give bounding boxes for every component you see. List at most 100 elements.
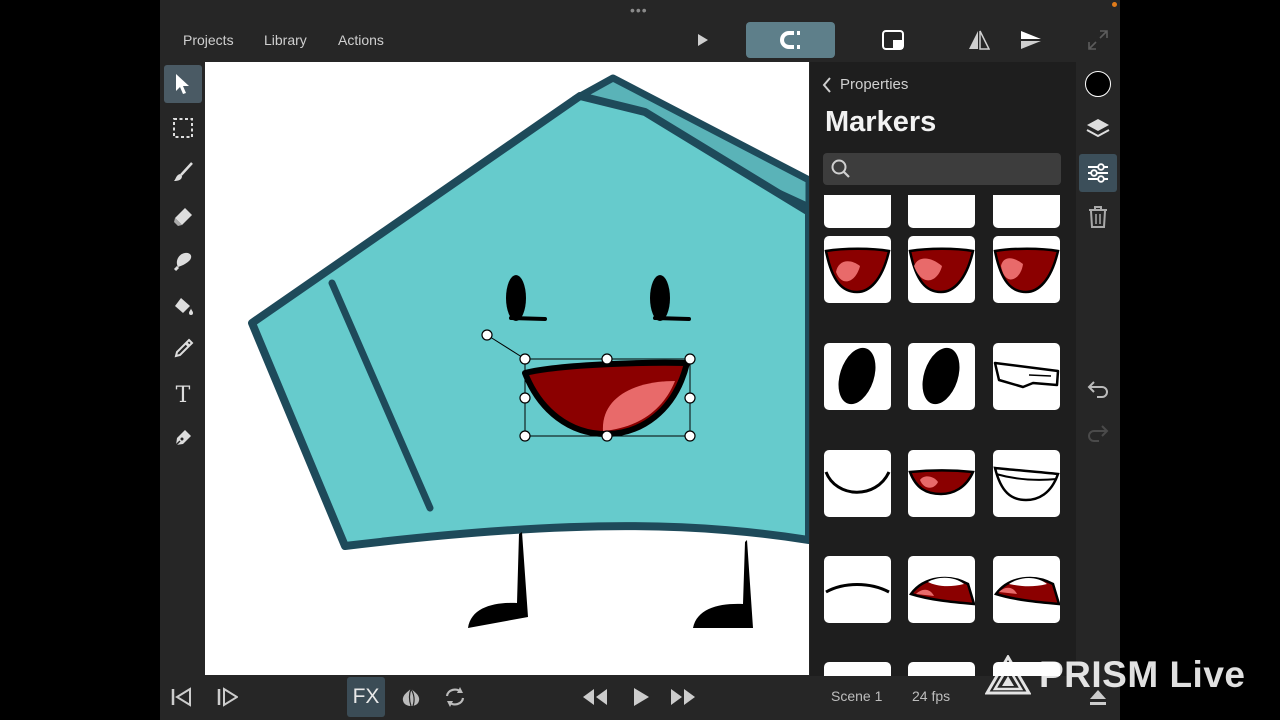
fx-button[interactable]: FX bbox=[347, 677, 385, 717]
mouth-grin-icon bbox=[993, 466, 1060, 502]
markers-panel: Properties Markers bbox=[810, 62, 1076, 676]
onion-skin-button[interactable] bbox=[880, 22, 906, 58]
bottom-toolbar: FX Scene 1 24 fps bbox=[160, 676, 1120, 720]
mouth-side-icon bbox=[908, 576, 975, 606]
scene-label[interactable]: Scene 1 bbox=[831, 688, 882, 704]
marker-mouth-grin[interactable] bbox=[993, 450, 1060, 517]
undo-icon bbox=[1087, 381, 1108, 398]
onion-button[interactable] bbox=[398, 676, 424, 718]
character-artwork bbox=[248, 74, 809, 628]
watermark-text: PRISM Live bbox=[1039, 654, 1246, 695]
right-sidebar bbox=[1077, 62, 1120, 676]
flip-vertical-button[interactable] bbox=[1018, 22, 1044, 58]
onion-icon bbox=[402, 688, 420, 707]
step-back-icon bbox=[171, 687, 191, 707]
undo-button[interactable] bbox=[1079, 370, 1117, 408]
previous-frame-button[interactable] bbox=[168, 676, 194, 718]
redo-button[interactable] bbox=[1079, 414, 1117, 452]
eraser-tool[interactable] bbox=[164, 198, 202, 236]
marker-mouth-side-open[interactable] bbox=[908, 556, 975, 623]
play-preview-button[interactable] bbox=[690, 22, 716, 58]
marker-item-partial[interactable] bbox=[908, 662, 975, 676]
text-tool[interactable]: T bbox=[164, 375, 202, 413]
layers-button[interactable] bbox=[1079, 109, 1117, 147]
fast-forward-button[interactable] bbox=[670, 676, 696, 718]
color-picker-button[interactable] bbox=[1079, 65, 1117, 103]
marker-mouth-neutral-line[interactable] bbox=[824, 556, 891, 623]
menu-library[interactable]: Library bbox=[264, 32, 307, 48]
brush-icon bbox=[174, 162, 193, 181]
search-icon bbox=[831, 159, 850, 178]
animation-app: ••• Projects Library Actions T Propertie… bbox=[160, 0, 1120, 720]
eye-oval-icon bbox=[922, 347, 960, 405]
marker-eye-oval[interactable] bbox=[908, 343, 975, 410]
window-grabber-icon[interactable]: ••• bbox=[630, 3, 648, 17]
brush-tool[interactable] bbox=[164, 153, 202, 191]
paint-bucket-icon bbox=[175, 298, 193, 315]
search-input[interactable] bbox=[859, 153, 1058, 187]
color-swatch bbox=[1085, 71, 1111, 97]
mouth-open-icon bbox=[993, 247, 1060, 294]
delete-button[interactable] bbox=[1079, 198, 1117, 236]
next-frame-button[interactable] bbox=[214, 676, 240, 718]
snap-magnet-button[interactable] bbox=[746, 22, 835, 58]
play-button[interactable] bbox=[628, 676, 654, 718]
menu-projects[interactable]: Projects bbox=[183, 32, 234, 48]
marker-mouth-open-dark-red[interactable] bbox=[824, 236, 891, 303]
expand-icon bbox=[1088, 30, 1108, 50]
marker-item-partial[interactable] bbox=[824, 662, 891, 676]
mouth-open-icon bbox=[908, 247, 975, 294]
flip-horizontal-button[interactable] bbox=[966, 22, 992, 58]
marquee-select-tool[interactable] bbox=[164, 109, 202, 147]
top-toolbar: Projects Library Actions bbox=[160, 20, 1120, 60]
left-leg bbox=[468, 532, 528, 628]
smile-line-icon bbox=[824, 471, 891, 494]
frame-overlay-icon bbox=[882, 30, 904, 50]
loop-icon bbox=[445, 687, 465, 707]
flip-vertical-icon bbox=[1021, 31, 1041, 49]
play-icon bbox=[634, 688, 649, 706]
prism-live-watermark: PRISM Live bbox=[985, 650, 1265, 700]
eraser-icon bbox=[174, 208, 192, 226]
fullscreen-button[interactable] bbox=[1086, 22, 1110, 58]
marker-mouth-open-dark-red[interactable] bbox=[908, 236, 975, 303]
flip-horizontal-icon bbox=[969, 30, 990, 50]
svg-text:T: T bbox=[176, 383, 191, 405]
marquee-icon bbox=[173, 118, 193, 138]
marker-mouth-smile-line[interactable] bbox=[824, 450, 891, 517]
marker-mouth-open-small[interactable] bbox=[908, 450, 975, 517]
prism-logo-icon bbox=[985, 655, 1031, 695]
fill-tool[interactable] bbox=[164, 286, 202, 324]
properties-button[interactable] bbox=[1079, 154, 1117, 192]
marker-eye-oval[interactable] bbox=[824, 343, 891, 410]
marker-mouth-closed-teeth[interactable] bbox=[993, 343, 1060, 410]
eyedropper-tool[interactable] bbox=[164, 330, 202, 368]
loop-button[interactable] bbox=[442, 676, 468, 718]
marker-mouth-open-dark-red[interactable] bbox=[993, 236, 1060, 303]
eyedropper-icon bbox=[174, 338, 194, 358]
arrow-cursor-icon bbox=[176, 74, 189, 94]
play-icon bbox=[698, 34, 708, 46]
marker-mouth-side-open[interactable] bbox=[993, 556, 1060, 623]
drawing-canvas[interactable] bbox=[205, 62, 809, 675]
pen-nib-icon bbox=[173, 430, 191, 448]
panel-title: Markers bbox=[825, 106, 937, 138]
properties-back-button[interactable]: Properties bbox=[822, 76, 908, 93]
fast-forward-icon bbox=[671, 689, 695, 705]
step-forward-icon bbox=[217, 687, 238, 707]
neutral-line-icon bbox=[825, 583, 890, 594]
mouth-open-icon bbox=[824, 247, 891, 294]
tool-palette: T bbox=[160, 62, 204, 676]
select-tool[interactable] bbox=[164, 65, 202, 103]
layers-icon bbox=[1086, 119, 1110, 138]
fps-label[interactable]: 24 fps bbox=[912, 688, 950, 704]
eye-oval-icon bbox=[838, 347, 876, 405]
smudge-tool[interactable] bbox=[164, 242, 202, 280]
search-box[interactable] bbox=[823, 153, 1061, 187]
menu-actions[interactable]: Actions bbox=[338, 32, 384, 48]
mouth-teeth-icon bbox=[993, 361, 1060, 389]
rewind-button[interactable] bbox=[582, 676, 608, 718]
chevron-left-icon bbox=[822, 76, 831, 93]
pen-tool[interactable] bbox=[164, 419, 202, 457]
character-body bbox=[248, 92, 809, 550]
